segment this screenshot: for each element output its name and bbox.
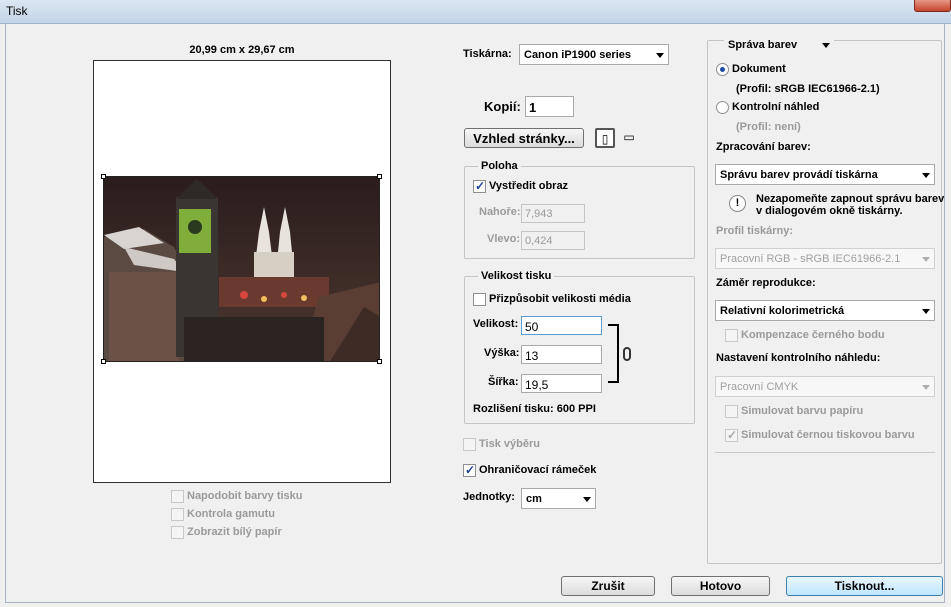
printer-select[interactable]: Canon iP1900 series [519,44,669,65]
resize-handle[interactable] [101,174,106,179]
warning-text-line1: Nezapomeňte zapnout správu barev [756,193,945,205]
proof-setup-select[interactable]: Pracovní CMYK [715,376,935,397]
rendering-intent-select[interactable]: Relativní kolorimetrická [715,300,935,321]
landscape-orientation-icon[interactable]: ▭ [619,128,639,148]
paper-size-label: 20,99 cm x 29,67 cm [189,44,295,56]
printer-profile-select[interactable]: Pracovní RGB - sRGB IEC61966-2.1 [715,248,935,269]
scale-input[interactable]: 50 [521,316,602,335]
chevron-down-icon [583,497,591,502]
resolution-label: Rozlišení tisku: 600 PPI [473,403,596,415]
rendering-intent-label: Záměr reprodukce: [716,277,816,289]
printer-profile-value: Pracovní RGB - sRGB IEC61966-2.1 [720,253,901,265]
color-handling-label: Zpracování barev: [716,141,811,153]
checkmark-icon: ✓ [727,428,738,442]
width-label: Šířka: [488,376,519,388]
portrait-orientation-icon[interactable]: ▯ [595,128,615,148]
window-title: Tisk [6,4,28,18]
divider [715,452,935,453]
radio-dot [720,67,725,72]
proof-setup-label: Nastavení kontrolního náhledu: [716,352,881,364]
proof-setup-value: Pracovní CMYK [720,381,799,393]
top-input[interactable]: 7,943 [521,204,585,223]
close-button[interactable] [914,0,951,12]
print-button[interactable]: Tisknout... [786,576,943,596]
width-input[interactable]: 19,5 [521,374,602,393]
center-image-checkbox[interactable]: ✓ [473,179,486,193]
proof-profile: (Profil: není) [736,121,801,133]
units-select[interactable]: cm [521,488,596,509]
black-point-checkbox[interactable] [725,329,738,342]
printer-label: Tiskárna: [463,48,512,60]
resize-handle[interactable] [101,359,106,364]
done-button[interactable]: Hotovo [671,576,770,596]
bounding-box-checkbox[interactable]: ✓ [463,463,476,477]
proof-radio[interactable] [716,101,729,114]
resize-handle[interactable] [377,359,382,364]
chain-link-icon[interactable] [623,347,631,361]
document-label: Dokument [732,63,786,75]
units-select-value: cm [526,493,542,505]
center-image-label: Vystředit obraz [489,180,569,192]
checkmark-icon: ✓ [475,179,486,193]
document-profile: (Profil: sRGB IEC61966-2.1) [736,83,880,95]
document-radio[interactable] [716,63,729,76]
white-paper-label: Zobrazit bílý papír [187,526,282,538]
fit-media-label: Přizpůsobit velikosti média [489,293,631,305]
title-bar: Tisk [0,0,951,24]
print-selection-checkbox[interactable] [463,438,476,451]
warning-icon: ! [729,195,746,212]
preview-image[interactable] [103,176,380,362]
chevron-down-icon [922,257,930,262]
checkmark-icon: ✓ [465,463,476,477]
black-point-label: Kompenzace černého bodu [741,329,885,341]
simulate-ink-label: Simulovat černou tiskovou barvu [741,429,915,441]
print-size-group-title: Velikost tisku [478,270,555,282]
chevron-down-icon [656,53,664,58]
gamut-check-checkbox[interactable] [171,508,184,521]
section-select[interactable]: Správa barev [724,35,834,56]
simulate-colors-label: Napodobit barvy tisku [187,490,303,502]
copies-input[interactable]: 1 [525,96,574,117]
position-group-title: Poloha [478,160,521,172]
rendering-intent-value: Relativní kolorimetrická [720,305,845,317]
fit-media-checkbox[interactable] [473,293,486,306]
chevron-down-icon [922,173,930,178]
bounding-box-label: Ohraničovací rámeček [479,464,597,476]
white-paper-checkbox[interactable] [171,526,184,539]
units-label: Jednotky: [463,491,515,503]
section-select-value: Správa barev [728,39,798,51]
cancel-button[interactable]: Zrušit [561,576,655,596]
scale-label: Velikost: [473,318,519,330]
printer-select-value: Canon iP1900 series [524,49,632,61]
left-label: Vlevo: [487,233,521,245]
simulate-ink-checkbox[interactable]: ✓ [725,428,738,442]
simulate-paper-checkbox[interactable] [725,405,738,418]
left-input[interactable]: 0,424 [521,231,585,250]
top-label: Nahoře: [479,206,521,218]
height-label: Výška: [484,347,520,359]
color-handling-value: Správu barev provádí tiskárna [720,169,878,181]
simulate-paper-label: Simulovat barvu papíru [741,405,864,417]
simulate-colors-checkbox[interactable] [171,490,184,503]
chevron-down-icon [922,385,930,390]
printer-profile-label: Profil tiskárny: [716,225,794,237]
gamut-check-label: Kontrola gamutu [187,508,275,520]
color-handling-select[interactable]: Správu barev provádí tiskárna [715,164,935,185]
chevron-down-icon [822,43,830,48]
copies-label: Kopií: [484,99,521,114]
proof-label: Kontrolní náhled [732,101,820,113]
page-setup-button[interactable]: Vzhled stránky... [464,128,584,148]
height-input[interactable]: 13 [521,345,602,364]
chevron-down-icon [922,309,930,314]
link-bracket [608,324,619,383]
warning-text-line2: v dialogovém okně tiskárny. [756,205,903,217]
print-selection-label: Tisk výběru [479,438,540,450]
resize-handle[interactable] [377,174,382,179]
